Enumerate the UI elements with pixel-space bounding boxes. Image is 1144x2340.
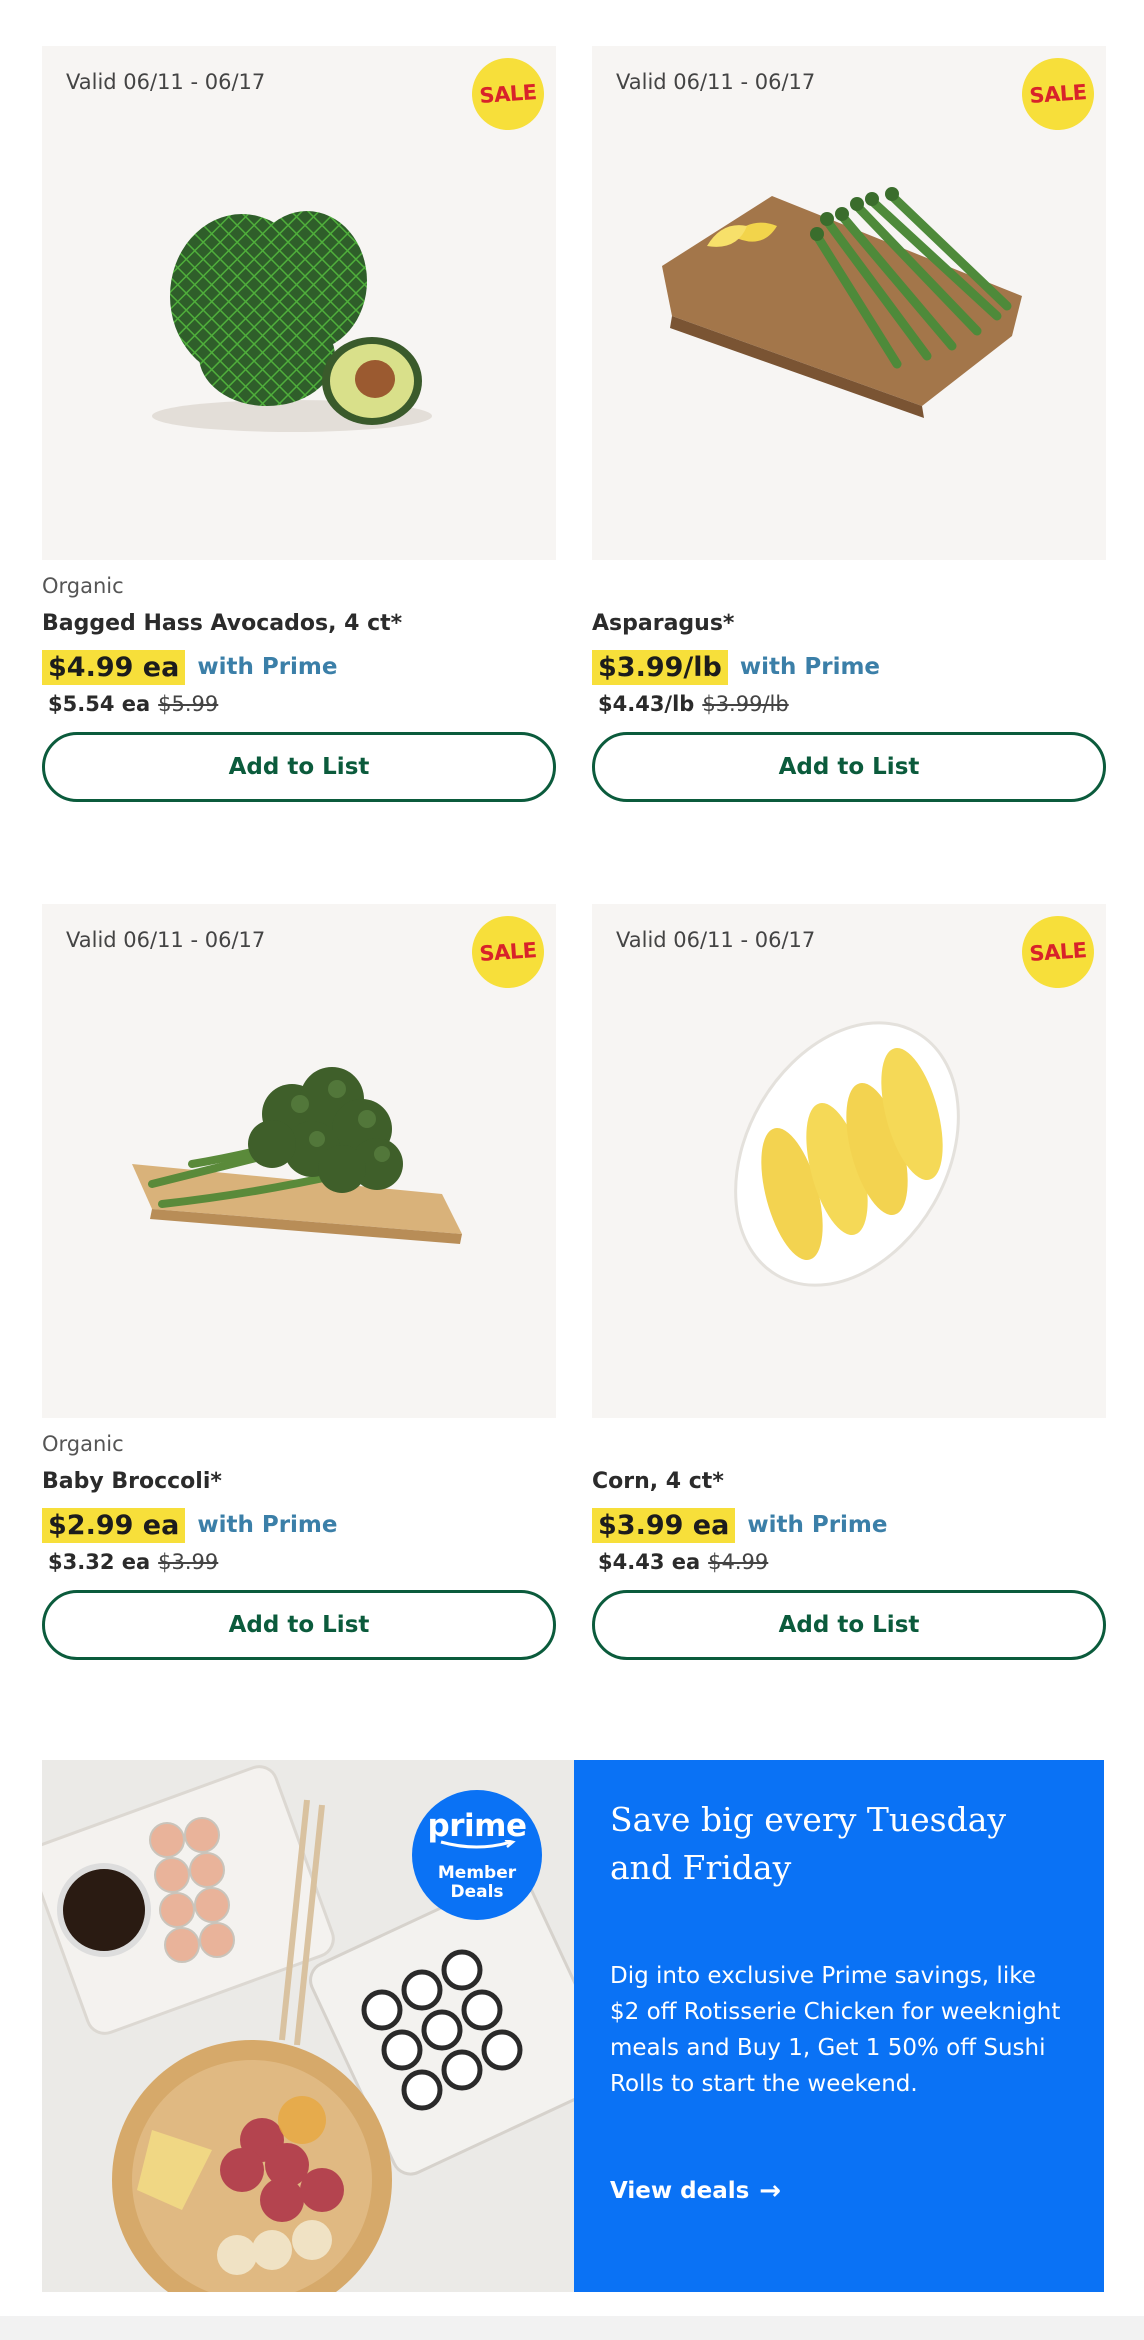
member-label: Member [437,1863,517,1883]
promo-body: Dig into exclusive Prime savings, like $… [610,1963,1061,2097]
prime-promo-banner[interactable]: prime Member Deals Save big every Tuesda… [42,1760,1104,2292]
corn-image [734,1021,960,1287]
product-name[interactable]: Asparagus* [592,611,1106,636]
member-deals-label: Member Deals [412,1864,542,1902]
product-brand: Organic [42,574,124,598]
product-brand [592,1432,1106,1459]
with-prime-label: with Prime [739,654,881,680]
with-prime-label: with Prime [197,1512,338,1538]
regular-price-row: $4.43 ea $4.99 [598,1550,1106,1574]
original-price: $3.99 [158,1550,219,1574]
regular-price: $4.43/lb [598,692,695,716]
validity-dates: Valid 06/11 - 06/17 [66,70,266,94]
prime-logo: prime [427,1808,527,1844]
prime-price: $4.99 ea [42,649,186,685]
regular-price: $3.32 ea [48,1550,151,1574]
prime-price-row: $4.99 ea with Prime [42,648,556,686]
regular-price-row: $5.54 ea $5.99 [48,692,556,716]
product-name[interactable]: Bagged Hass Avocados, 4 ct* [42,611,556,636]
prime-member-deals-badge: prime Member Deals [412,1790,542,1920]
regular-price: $4.43 ea [598,1550,701,1574]
promo-image: prime Member Deals [42,1760,574,2292]
with-prime-label: with Prime [197,654,338,680]
prime-price: $3.99 ea [592,1507,736,1543]
regular-price-row: $3.32 ea $3.99 [48,1550,556,1574]
product-image-area[interactable]: Valid 06/11 - 06/17 SALE [592,46,1106,560]
add-to-list-button[interactable]: Add to List [42,732,556,802]
product-name[interactable]: Baby Broccoli* [42,1469,556,1494]
product-image-area[interactable]: Valid 06/11 - 06/17 SALE [42,904,556,1418]
product-card[interactable]: Valid 06/11 - 06/17 SALE Corn, 4 ct* $3.… [592,904,1106,1660]
view-deals-label: View deals [610,2178,750,2204]
broccoli-image [132,1067,462,1244]
prime-price-row: $3.99 ea with Prime [592,1506,1106,1544]
prime-price-row: $3.99/lb with Prime [592,648,1106,686]
footer-strip [0,2316,1144,2340]
regular-price: $5.54 ea [48,692,151,716]
with-prime-label: with Prime [747,1512,888,1538]
original-price: $4.99 [708,1550,769,1574]
product-card[interactable]: Valid 06/11 - 06/17 SALE Asparagus* $3.9… [592,46,1106,802]
promo-text-panel: Save big every Tuesday and Friday Dig in… [574,1760,1104,2292]
prime-price: $3.99/lb [592,649,728,685]
regular-price-row: $4.43/lb $3.99/lb [598,692,1106,716]
product-image-area[interactable]: Valid 06/11 - 06/17 SALE [42,46,556,560]
original-price: $5.99 [158,692,219,716]
product-card[interactable]: Valid 06/11 - 06/17 SALE Organic Bagged … [42,46,556,802]
product-image-area[interactable]: Valid 06/11 - 06/17 SALE [592,904,1106,1418]
deals-label: Deals [450,1882,504,1902]
product-card[interactable]: Valid 06/11 - 06/17 SALE Organic Baby Br… [42,904,556,1660]
prime-price: $2.99 ea [42,1507,186,1543]
product-brand: Organic [42,1432,124,1456]
view-deals-link[interactable]: View deals → [610,2176,781,2206]
add-to-list-button[interactable]: Add to List [592,1590,1106,1660]
validity-dates: Valid 06/11 - 06/17 [616,70,816,94]
product-brand [592,574,1106,601]
avocado-bag-image [152,211,432,432]
arrow-right-icon: → [759,2176,782,2206]
prime-price-row: $2.99 ea with Prime [42,1506,556,1544]
validity-dates: Valid 06/11 - 06/17 [616,928,816,952]
asparagus-image [662,187,1022,418]
promo-title: Save big every Tuesday and Friday [610,1800,1007,1887]
validity-dates: Valid 06/11 - 06/17 [66,928,266,952]
original-price: $3.99/lb [702,692,789,716]
product-name[interactable]: Corn, 4 ct* [592,1469,1106,1494]
add-to-list-button[interactable]: Add to List [592,732,1106,802]
add-to-list-button[interactable]: Add to List [42,1590,556,1660]
